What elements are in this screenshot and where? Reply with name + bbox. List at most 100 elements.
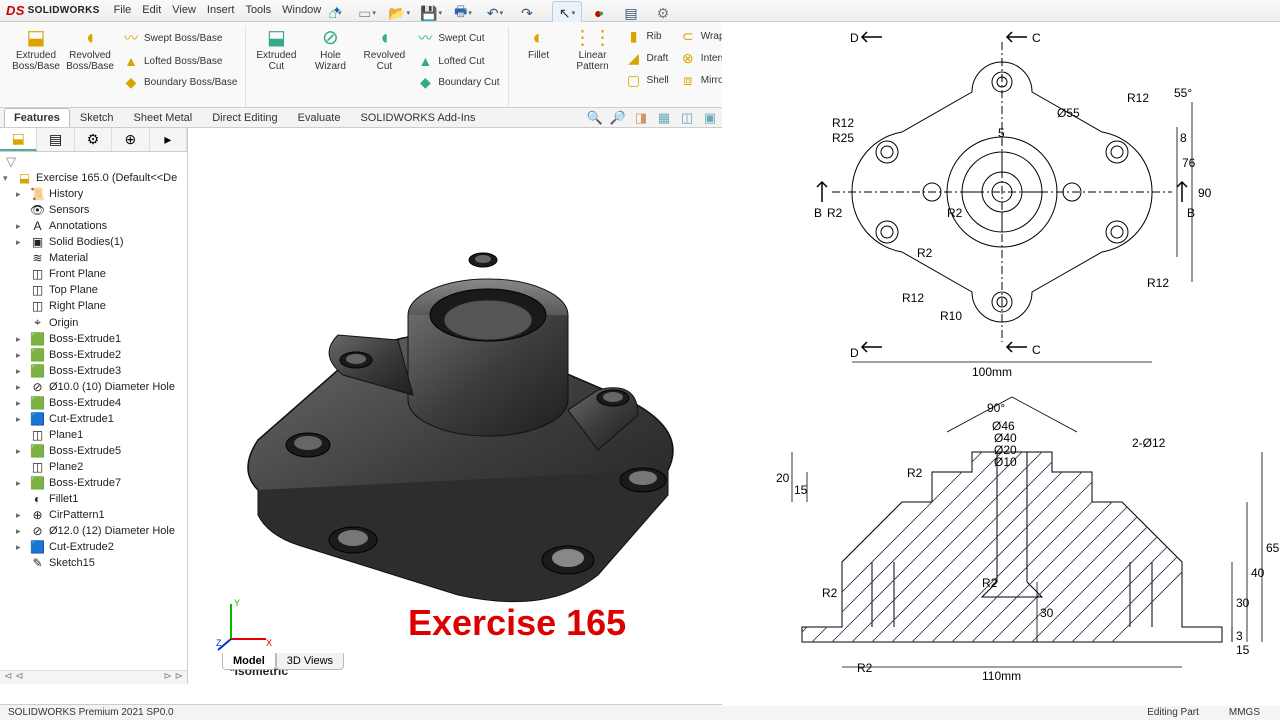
- tree-item-15[interactable]: ◫Plane1: [0, 427, 187, 443]
- feature-tree[interactable]: ▾⬓Exercise 165.0 (Default<<De ▸📜History👁…: [0, 170, 187, 670]
- status-version: SOLIDWORKS Premium 2021 SP0.0: [8, 707, 174, 718]
- shell-button[interactable]: ▢Shell: [621, 70, 673, 91]
- tree-item-20[interactable]: ▸⊕CirPattern1: [0, 507, 187, 523]
- wrap-button[interactable]: ⊂Wrap: [675, 26, 743, 47]
- tree-item-8[interactable]: ⌖Origin: [0, 314, 187, 331]
- filter-icon[interactable]: ▽: [0, 152, 187, 170]
- menu-tools[interactable]: Tools: [245, 4, 271, 17]
- status-mode: Editing Part: [1147, 707, 1199, 718]
- property-tab[interactable]: ▤: [37, 128, 74, 151]
- display-style-icon[interactable]: ▦: [654, 109, 674, 127]
- tree-item-23[interactable]: ✎Sketch15: [0, 555, 187, 571]
- intersect-button[interactable]: ⊗Intersect: [675, 48, 743, 69]
- swept-boss-button[interactable]: 〰Swept Boss/Base: [118, 26, 241, 50]
- menu-edit[interactable]: Edit: [142, 4, 161, 17]
- feature-manager: ⬓ ▤ ⚙ ⊕ ▸ ▽ ▾⬓Exercise 165.0 (Default<<D…: [0, 128, 188, 684]
- lofted-boss-button[interactable]: ▲Lofted Boss/Base: [118, 51, 241, 71]
- tree-item-12[interactable]: ▸⊘Ø10.0 (10) Diameter Hole: [0, 379, 187, 395]
- menu-view[interactable]: View: [172, 4, 196, 17]
- linear-pattern-button[interactable]: ⋮⋮Linear Pattern: [567, 26, 619, 91]
- tab-sketch[interactable]: Sketch: [70, 108, 124, 127]
- manager-tabs: ⬓ ▤ ⚙ ⊕ ▸: [0, 128, 187, 152]
- heads-up-toolbar: 🔍 🔎 ◨ ▦ ◫ ▣: [585, 109, 720, 127]
- app-name: SOLIDWORKS: [28, 5, 100, 16]
- tree-item-22[interactable]: ▸🟦Cut-Extrude2: [0, 539, 187, 555]
- tree-item-4[interactable]: ≋Material: [0, 250, 187, 266]
- main-area: ⬓ ▤ ⚙ ⊕ ▸ ▽ ▾⬓Exercise 165.0 (Default<<D…: [0, 128, 1280, 684]
- exercise-title: Exercise 165: [408, 602, 626, 644]
- menu-insert[interactable]: Insert: [207, 4, 235, 17]
- app-logo: DS SOLIDWORKS: [6, 3, 100, 18]
- view-triad[interactable]: Y X Z: [216, 594, 276, 654]
- tree-item-7[interactable]: ◫Right Plane: [0, 298, 187, 314]
- tab-addins[interactable]: SOLIDWORKS Add-Ins: [350, 108, 485, 127]
- ribbon: ⬓Extruded Boss/Base ◖Revolved Boss/Base …: [0, 22, 1280, 108]
- main-menu: File Edit View Insert Tools Window ✦: [114, 4, 342, 17]
- tab-model[interactable]: Model: [222, 653, 276, 670]
- status-bar-right: Editing Part MMGS: [722, 704, 1280, 720]
- tree-item-6[interactable]: ◫Top Plane: [0, 282, 187, 298]
- tree-item-5[interactable]: ◫Front Plane: [0, 266, 187, 282]
- tree-root[interactable]: ▾⬓Exercise 165.0 (Default<<De: [0, 170, 187, 186]
- model-render: [198, 140, 718, 620]
- tab-3d-views[interactable]: 3D Views: [276, 653, 344, 670]
- tree-item-9[interactable]: ▸🟩Boss-Extrude1: [0, 331, 187, 347]
- tree-item-2[interactable]: ▸AAnnotations: [0, 218, 187, 234]
- cut-group: ⬓Extruded Cut ⊘Hole Wizard ◖Revolved Cut…: [246, 26, 508, 107]
- scene-icon[interactable]: ▣: [700, 109, 720, 127]
- tree-item-0[interactable]: ▸📜History: [0, 186, 187, 202]
- status-units: MMGS: [1229, 707, 1260, 718]
- tree-item-18[interactable]: ▸🟩Boss-Extrude7: [0, 475, 187, 491]
- status-bar: SOLIDWORKS Premium 2021 SP0.0: [0, 704, 722, 720]
- menu-file[interactable]: File: [114, 4, 132, 17]
- display-tab[interactable]: ▸: [150, 128, 187, 151]
- tab-direct-editing[interactable]: Direct Editing: [202, 108, 287, 127]
- zoom-fit-icon[interactable]: 🔍: [585, 109, 605, 127]
- tree-item-13[interactable]: ▸🟩Boss-Extrude4: [0, 395, 187, 411]
- tree-item-1[interactable]: 👁Sensors: [0, 202, 187, 218]
- rib-button[interactable]: ▮Rib: [621, 26, 673, 47]
- lofted-cut-button[interactable]: ▲Lofted Cut: [412, 51, 503, 71]
- tree-item-10[interactable]: ▸🟩Boss-Extrude2: [0, 347, 187, 363]
- logo-icon: DS: [6, 3, 25, 18]
- section-view-icon[interactable]: ◫: [677, 109, 697, 127]
- svg-text:Z: Z: [216, 638, 222, 648]
- view-orient-icon[interactable]: ◨: [631, 109, 651, 127]
- tree-item-11[interactable]: ▸🟩Boss-Extrude3: [0, 363, 187, 379]
- revolved-boss-button[interactable]: ◖Revolved Boss/Base: [64, 26, 116, 93]
- curves-button[interactable]: 〜Curv: [806, 26, 858, 74]
- tree-item-17[interactable]: ◫Plane2: [0, 459, 187, 475]
- tree-item-19[interactable]: ◐Fillet1: [0, 491, 187, 507]
- config-tab[interactable]: ⚙: [75, 128, 112, 151]
- svg-text:Y: Y: [234, 598, 240, 608]
- tab-evaluate[interactable]: Evaluate: [288, 108, 351, 127]
- revolved-cut-button[interactable]: ◖Revolved Cut: [358, 26, 410, 93]
- hole-wizard-button[interactable]: ⊘Hole Wizard: [304, 26, 356, 93]
- menu-window[interactable]: Window: [282, 4, 321, 17]
- tab-features[interactable]: Features: [4, 108, 70, 127]
- tab-sheet-metal[interactable]: Sheet Metal: [124, 108, 203, 127]
- fillet-button[interactable]: ◐Fillet: [513, 26, 565, 91]
- zoom-area-icon[interactable]: 🔎: [608, 109, 628, 127]
- swept-cut-button[interactable]: 〰Swept Cut: [412, 26, 503, 50]
- extruded-cut-button[interactable]: ⬓Extruded Cut: [250, 26, 302, 93]
- tree-item-3[interactable]: ▸▣Solid Bodies(1): [0, 234, 187, 250]
- scroll-bar[interactable]: ⊲ ⊲⊳ ⊳: [0, 670, 187, 684]
- boss-base-group: ⬓Extruded Boss/Base ◖Revolved Boss/Base …: [6, 26, 246, 107]
- boundary-boss-button[interactable]: ◆Boundary Boss/Base: [118, 72, 241, 93]
- boundary-cut-button[interactable]: ◆Boundary Cut: [412, 72, 503, 93]
- reference-group: ✧Reference Geometry 〜Curv: [748, 26, 862, 107]
- reference-geometry-button[interactable]: ✧Reference Geometry: [752, 26, 804, 74]
- pattern-group: ◐Fillet ⋮⋮Linear Pattern ▮Rib ◢Draft ▢Sh…: [509, 26, 749, 107]
- extruded-boss-button[interactable]: ⬓Extruded Boss/Base: [10, 26, 62, 93]
- view-tabs: Model 3D Views: [222, 653, 344, 670]
- svg-text:X: X: [266, 638, 272, 648]
- mirror-button[interactable]: ⧈Mirror: [675, 70, 743, 91]
- feature-tree-tab[interactable]: ⬓: [0, 128, 37, 151]
- tree-item-21[interactable]: ▸⊘Ø12.0 (12) Diameter Hole: [0, 523, 187, 539]
- tree-item-16[interactable]: ▸🟩Boss-Extrude5: [0, 443, 187, 459]
- tree-item-14[interactable]: ▸🟦Cut-Extrude1: [0, 411, 187, 427]
- draft-button[interactable]: ◢Draft: [621, 48, 673, 69]
- graphics-area[interactable]: Y X Z Exercise 165 *Isometric Model 3D V…: [188, 128, 1280, 684]
- dimxpert-tab[interactable]: ⊕: [112, 128, 149, 151]
